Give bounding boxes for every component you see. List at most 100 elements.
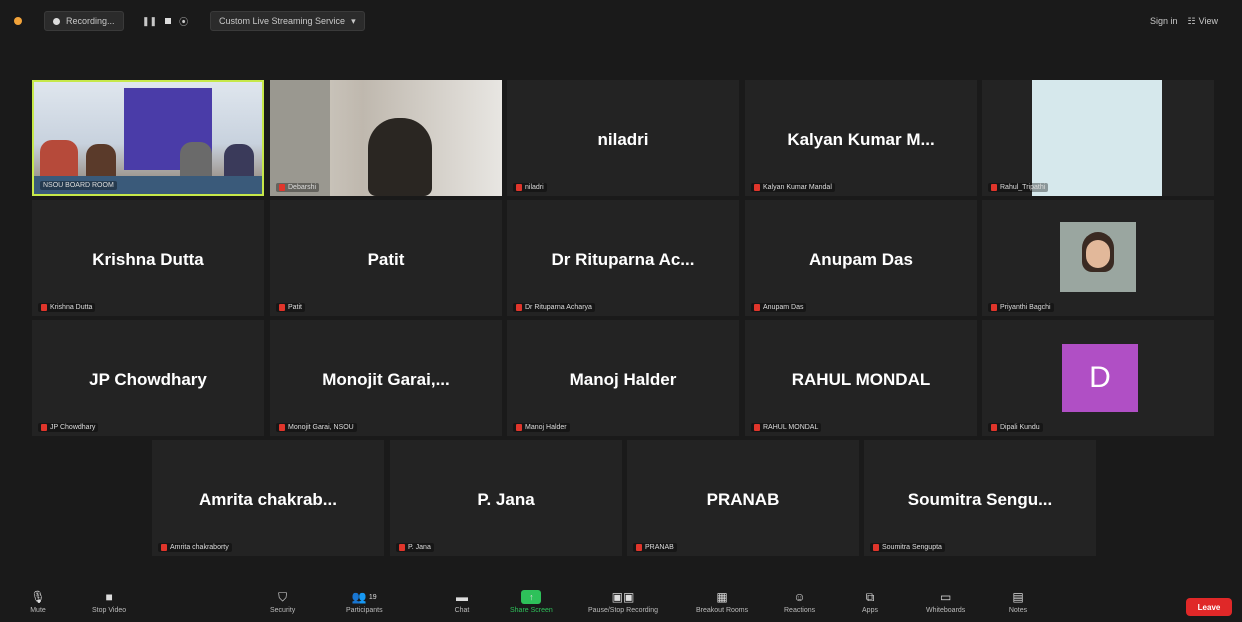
participant-name-label: Monojit Garai, NSOU [276,423,357,432]
record-icon [53,17,60,25]
chat-label: Chat [454,607,470,614]
participant-name-label: P. Jana [396,543,434,552]
muted-microphone-icon [991,424,997,431]
participant-name-label: Anupam Das [751,303,807,312]
participant-label-text: Rahul_Tripathi [1000,184,1046,191]
meeting-toolbar: 🎙 Mute ■ Stop Video ⛉ Security 👥 19 Parti… [0,584,1242,622]
participant-tile[interactable]: Monojit Garai,... Monojit Garai, NSOU [270,320,502,436]
whiteboard-icon: ▭ [939,590,952,604]
live-stream-icon[interactable]: ⦿ [179,15,188,28]
participant-label-text: Monojit Garai, NSOU [288,424,354,431]
grid-view-icon: ☷ [1187,15,1196,26]
share-screen-button[interactable]: ↑ Share Screen [510,590,553,614]
reactions-label: Reactions [784,607,816,614]
participant-display-name: Dr Rituparna Ac... [551,250,695,269]
leave-button[interactable]: Leave [1186,598,1232,616]
muted-microphone-icon [279,424,285,431]
avatar: D [1062,344,1138,412]
share-screen-label: Share Screen [510,607,553,614]
participant-display-name: Soumitra Sengu... [907,490,1053,509]
participant-video-feed [1060,222,1136,292]
participant-tile[interactable]: NSOU BOARD ROOM [32,80,264,196]
participant-tile[interactable]: Debarshi [270,80,502,196]
apps-button[interactable]: ⧉ Apps [860,590,880,615]
stop-video-label: Stop Video [92,607,127,614]
pause-stop-recording-button[interactable]: ▣▣ Pause/Stop Recording [588,590,658,614]
pause-icon[interactable]: ❚❚ [142,16,157,27]
security-button[interactable]: ⛉ Security [270,590,296,615]
participant-tile[interactable]: Dr Rituparna Ac... Dr Rituparna Acharya [507,200,739,316]
participant-tile[interactable]: Patit Patit [270,200,502,316]
participant-display-name: PRANAB [706,490,780,509]
recording-indicator[interactable]: Recording... [44,11,124,31]
participant-display-name: Kalyan Kumar M... [787,130,935,149]
share-screen-icon: ↑ [521,590,542,604]
participant-label-text: Dipali Kundu [1000,424,1040,431]
muted-microphone-icon [516,304,522,311]
muted-microphone-icon [991,184,997,191]
participant-tile[interactable]: P. Jana P. Jana [390,440,622,556]
participant-tile[interactable]: Krishna Dutta Krishna Dutta [32,200,264,316]
participant-label-text: Soumitra Sengupta [882,544,942,551]
muted-microphone-icon [279,184,285,191]
participant-tile[interactable]: Manoj Halder Manoj Halder [507,320,739,436]
participant-name-label: niladri [513,183,547,192]
muted-microphone-icon [516,184,522,191]
participant-tile[interactable]: Anupam Das Anupam Das [745,200,977,316]
participant-tile[interactable]: Soumitra Sengu... Soumitra Sengupta [864,440,1096,556]
notes-label: Notes [1008,607,1028,614]
participant-tile[interactable]: niladri niladri [507,80,739,196]
notes-button[interactable]: ▤ Notes [1008,590,1028,614]
participant-name-label: JP Chowdhary [38,423,99,432]
participant-tile[interactable]: Amrita chakrab... Amrita chakraborty [152,440,384,556]
participant-video-feed [1032,80,1162,196]
sign-in-link[interactable]: Sign in [1150,16,1178,26]
participant-display-name: P. Jana [477,490,535,509]
participant-tile[interactable]: Priyanthi Bagchi [982,200,1214,316]
mute-button[interactable]: 🎙 Mute [28,590,48,614]
breakout-rooms-icon: ▦ [716,590,728,604]
stream-label: Custom Live Streaming Service [219,16,346,26]
participant-name-label: Krishna Dutta [38,303,96,312]
participant-tile[interactable]: RAHUL MONDAL RAHUL MONDAL [745,320,977,436]
recording-label: Recording... [66,16,115,26]
participants-icon: 👥 19 [351,590,377,604]
participant-tile[interactable]: JP Chowdhary JP Chowdhary [32,320,264,436]
chat-button[interactable]: ▬ Chat [452,590,472,614]
participant-display-name: Krishna Dutta [92,250,204,269]
participant-label-text: RAHUL MONDAL [763,424,819,431]
participant-name-label: Patit [276,303,306,312]
participant-tile[interactable]: PRANAB PRANAB [627,440,859,556]
muted-microphone-icon [754,424,760,431]
participant-tile[interactable]: Rahul_Tripathi [982,80,1214,196]
security-label: Security [270,607,296,614]
participant-display-name: Monojit Garai,... [322,370,450,389]
reactions-icon: ☺ [793,590,806,604]
muted-microphone-icon [161,544,167,551]
mute-label: Mute [30,607,46,614]
participants-button[interactable]: 👥 19 Participants [346,590,383,614]
participant-tile[interactable]: D Dipali Kundu [982,320,1214,436]
participant-name-label: Dr Rituparna Acharya [513,303,595,312]
whiteboards-label: Whiteboards [926,607,966,614]
view-label: View [1198,16,1218,26]
muted-microphone-icon [41,304,47,311]
live-stream-dropdown[interactable]: Custom Live Streaming Service ▾ [210,11,365,31]
muted-microphone-icon [991,304,997,311]
participant-name-label: Priyanthi Bagchi [988,303,1054,312]
stop-icon[interactable] [165,18,172,24]
participant-label-text: Manoj Halder [525,424,567,431]
breakout-rooms-button[interactable]: ▦ Breakout Rooms [696,590,748,614]
view-button[interactable]: ☷ View [1188,16,1218,27]
participant-label-text: NSOU BOARD ROOM [43,182,114,189]
reactions-button[interactable]: ☺ Reactions [784,590,815,614]
participant-display-name: Manoj Halder [569,370,677,389]
video-camera-icon: ■ [105,590,113,604]
stop-video-button[interactable]: ■ Stop Video [92,590,126,614]
participant-label-text: Krishna Dutta [50,304,93,311]
participant-tile[interactable]: Kalyan Kumar M... Kalyan Kumar Mandal [745,80,977,196]
whiteboards-button[interactable]: ▭ Whiteboards [926,590,965,614]
zoom-status-icon[interactable] [14,12,22,30]
participant-name-label: RAHUL MONDAL [751,423,822,432]
pause-stop-recording-icon: ▣▣ [611,590,635,604]
